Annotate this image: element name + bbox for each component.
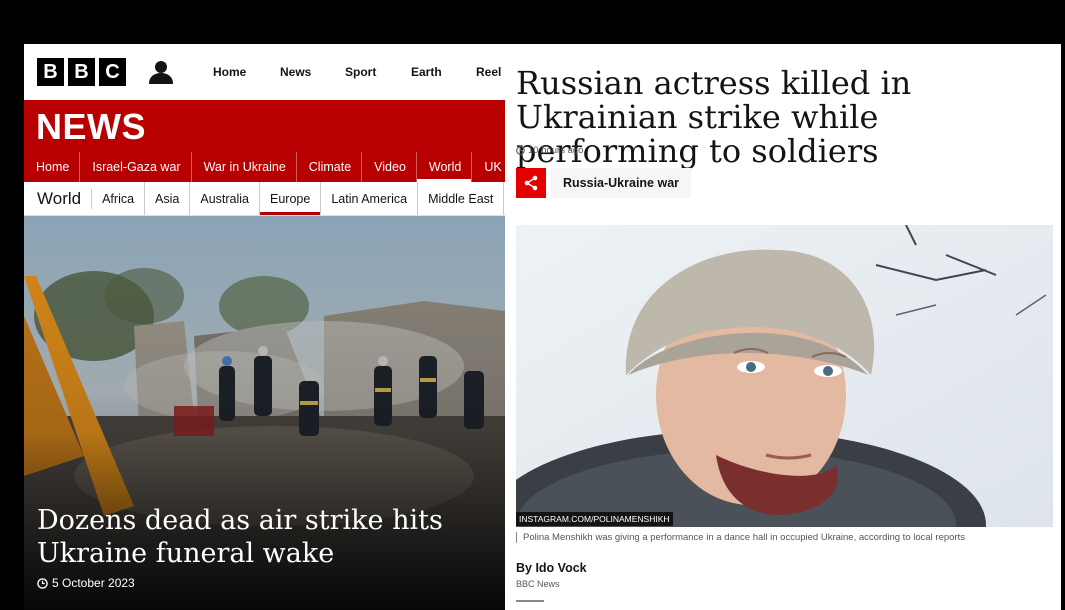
subnav-asia[interactable]: Asia <box>145 182 191 215</box>
nav-earth-link[interactable]: Earth <box>411 65 476 79</box>
news-nav-uk[interactable]: UK <box>472 152 505 182</box>
clock-icon <box>516 146 525 155</box>
bbc-logo[interactable]: B B C <box>37 58 126 86</box>
article-photo <box>516 225 1053 527</box>
divider <box>516 600 544 602</box>
subnav-middle-east[interactable]: Middle East <box>418 182 505 215</box>
hero-date-text: 5 October 2023 <box>52 576 135 590</box>
news-wordmark[interactable]: NEWS <box>36 106 146 148</box>
global-nav: Home News Sport Earth Reel <box>199 44 501 100</box>
photo-caption: Polina Menshikh was giving a performance… <box>516 532 965 543</box>
share-button[interactable] <box>516 168 546 198</box>
news-nav: Home Israel-Gaza war War in Ukraine Clim… <box>24 152 505 182</box>
news-nav-home[interactable]: Home <box>24 152 81 182</box>
bbc-article-page: Russian actress killed in Ukrainian stri… <box>505 44 1061 610</box>
nav-home-link[interactable]: Home <box>213 65 280 79</box>
account-icon[interactable] <box>148 59 174 85</box>
share-icon <box>524 175 538 191</box>
subnav-australia[interactable]: Australia <box>190 182 261 215</box>
global-header: B B C Home News Sport Earth Reel <box>24 44 505 100</box>
timestamp-text: 10 hours ago <box>528 145 584 156</box>
news-header-band: NEWS Home Israel-Gaza war War in Ukraine… <box>24 100 505 182</box>
hero-date: 5 October 2023 <box>37 576 135 590</box>
subnav-africa[interactable]: Africa <box>92 182 146 215</box>
article-headline: Russian actress killed in Ukrainian stri… <box>516 64 912 170</box>
nav-sport-link[interactable]: Sport <box>345 65 411 79</box>
bbc-logo-block: C <box>99 58 126 86</box>
nav-reel-link[interactable]: Reel <box>476 65 501 79</box>
topic-tag-link[interactable]: Russia-Ukraine war <box>551 168 692 198</box>
news-nav-video[interactable]: Video <box>362 152 417 182</box>
author-byline[interactable]: By Ido Vock <box>516 561 587 575</box>
hero-story[interactable]: Dozens dead as air strike hits Ukraine f… <box>24 216 505 610</box>
bbc-logo-block: B <box>68 58 95 86</box>
news-nav-war-in-ukraine[interactable]: War in Ukraine <box>192 152 297 182</box>
article-timestamp: 10 hours ago <box>516 145 583 156</box>
nav-news-link[interactable]: News <box>280 65 345 79</box>
subnav-europe[interactable]: Europe <box>260 182 322 215</box>
clock-icon <box>37 577 48 589</box>
news-nav-climate[interactable]: Climate <box>297 152 363 182</box>
news-nav-israel-gaza[interactable]: Israel-Gaza war <box>80 152 192 182</box>
subnav-latin-america[interactable]: Latin America <box>321 182 419 215</box>
photo-credit: INSTAGRAM.COM/POLINAMENSHIKH <box>516 512 673 526</box>
bbc-news-world-page: B B C Home News Sport Earth Reel NEWS Ho… <box>24 44 505 610</box>
news-nav-world[interactable]: World <box>416 152 473 182</box>
hero-headline[interactable]: Dozens dead as air strike hits Ukraine f… <box>37 504 497 570</box>
section-title[interactable]: World <box>24 188 93 209</box>
author-organization: BBC News <box>516 579 560 589</box>
world-subnav: World Africa Asia Australia Europe Latin… <box>24 182 505 216</box>
bbc-logo-block: B <box>37 58 64 86</box>
